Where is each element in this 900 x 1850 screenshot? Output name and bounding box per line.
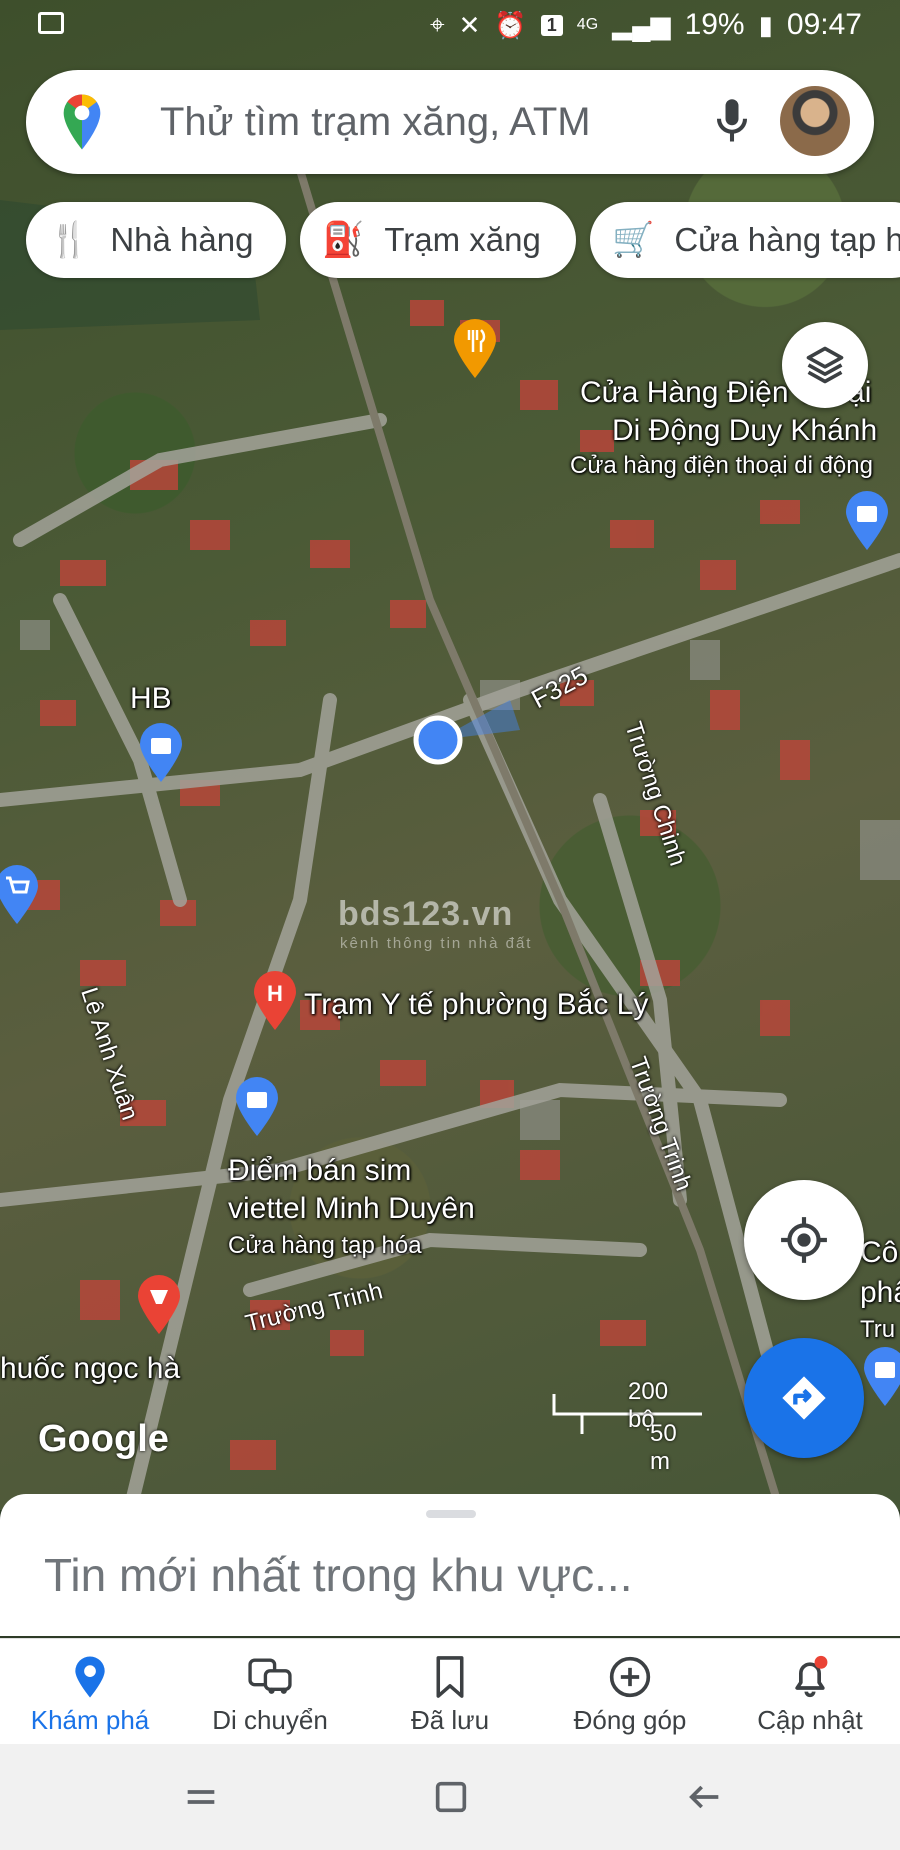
nav-saved[interactable]: Đã lưu <box>360 1639 540 1745</box>
hospital-marker-icon[interactable]: H <box>252 970 298 1032</box>
bottom-sheet[interactable]: Tin mới nhất trong khu vực... <box>0 1494 900 1636</box>
place-label-edge-3: Tru <box>860 1316 896 1343</box>
chip-label: Cửa hàng tạp h <box>674 221 900 258</box>
shopping-cart-icon: 🛒 <box>612 221 655 259</box>
gallery-notification-icon <box>38 12 64 34</box>
battery-percent: 19% <box>684 8 745 41</box>
restaurant-marker-icon[interactable] <box>452 318 498 380</box>
explore-pin-icon <box>75 1656 105 1698</box>
recents-icon <box>187 1790 215 1804</box>
chip-restaurants[interactable]: 🍴 Nhà hàng <box>26 202 286 278</box>
category-chips: 🍴 Nhà hàng ⛽ Trạm xăng 🛒 Cửa hàng tạp h <box>26 202 900 278</box>
scale-metric: 50 m <box>650 1420 677 1475</box>
svg-text:H: H <box>267 981 283 1006</box>
signal-icon: ▂▄▆ <box>612 9 671 40</box>
directions-icon <box>782 1376 826 1420</box>
alarm-icon: ⏰ <box>494 9 527 40</box>
network-type: 4G <box>576 16 599 33</box>
recent-apps-button[interactable] <box>176 1772 226 1822</box>
system-navigation-bar <box>0 1744 900 1850</box>
place-label-edge-2[interactable]: phẩ <box>860 1276 900 1310</box>
place-label-thuoc[interactable]: huốc ngọc hà <box>0 1352 180 1386</box>
place-label-edge-1[interactable]: Cô <box>860 1236 898 1270</box>
search-bar[interactable]: Thử tìm trạm xăng, ATM <box>26 70 874 174</box>
chip-label: Nhà hàng <box>110 221 254 258</box>
sheet-title: Tin mới nhất trong khu vực... <box>44 1549 633 1601</box>
edge-shop-marker-icon[interactable] <box>862 1346 900 1408</box>
mute-icon: ✕ <box>458 9 481 40</box>
chip-label: Trạm xăng <box>384 221 541 258</box>
my-location-marker <box>413 700 520 765</box>
back-button[interactable] <box>680 1772 730 1822</box>
place-type-duy-khanh: Cửa hàng điện thoại di động <box>570 452 873 479</box>
nav-label: Đã lưu <box>410 1705 490 1735</box>
nav-contribute[interactable]: Đóng góp <box>540 1639 720 1745</box>
place-label-hb[interactable]: HB <box>130 682 172 716</box>
bell-icon <box>795 1655 828 1698</box>
chip-gas-stations[interactable]: ⛽ Trạm xăng <box>300 202 576 278</box>
microphone-icon[interactable] <box>712 96 752 148</box>
clock: 09:47 <box>786 8 862 41</box>
layers-icon <box>806 346 844 384</box>
shopping-marker-icon[interactable] <box>844 490 890 552</box>
my-location-button[interactable] <box>744 1180 864 1300</box>
place-type-sim: Cửa hàng tạp hóa <box>228 1232 422 1259</box>
back-arrow-icon <box>689 1785 719 1809</box>
search-input[interactable]: Thử tìm trạm xăng, ATM <box>160 100 591 145</box>
watermark: bds123.vn <box>338 895 514 933</box>
nav-explore[interactable]: Khám phá <box>0 1639 180 1745</box>
pharmacy-marker-icon[interactable] <box>136 1274 182 1336</box>
home-button[interactable] <box>426 1772 476 1822</box>
status-bar: ⌖ ✕ ⏰ 1 4G ▂▄▆ 19% ▮ 09:47 <box>0 0 900 56</box>
bookmark-icon <box>436 1656 464 1698</box>
place-label-tram-y-te[interactable]: Trạm Y tế phường Bắc Lý <box>304 988 648 1022</box>
restaurant-icon: 🍴 <box>48 221 91 259</box>
cart-marker-icon[interactable] <box>0 864 40 926</box>
nav-label: Di chuyển <box>212 1705 328 1735</box>
crosshair-icon <box>781 1217 827 1263</box>
nav-updates[interactable]: Cập nhật <box>720 1639 900 1745</box>
commute-icon <box>248 1658 292 1694</box>
place-label-duy-khanh-2[interactable]: Di Động Duy Khánh <box>612 414 877 448</box>
battery-icon: ▮ <box>758 9 773 40</box>
status-icons: ⌖ ✕ ⏰ 1 4G ▂▄▆ 19% ▮ 09:47 <box>430 8 862 42</box>
sim-shop-marker-icon[interactable] <box>234 1076 280 1138</box>
chip-grocery[interactable]: 🛒 Cửa hàng tạp h <box>590 202 900 278</box>
place-label-sim-1[interactable]: Điểm bán sim <box>228 1154 411 1188</box>
place-label-sim-2[interactable]: viettel Minh Duyên <box>228 1192 475 1226</box>
bottom-navigation: Khám phá Di chuyển Đã lưu Đóng góp Cập n… <box>0 1638 900 1745</box>
google-maps-pin-icon <box>63 94 101 150</box>
nav-commute[interactable]: Di chuyển <box>180 1639 360 1745</box>
layers-button[interactable] <box>782 322 868 408</box>
home-icon <box>435 1781 467 1813</box>
nav-label: Cập nhật <box>757 1705 863 1735</box>
directions-button[interactable] <box>744 1338 864 1458</box>
gas-station-icon: ⛽ <box>322 221 365 259</box>
avatar[interactable] <box>780 86 850 156</box>
sim-badge: 1 <box>540 14 563 36</box>
google-logo: Google <box>38 1418 169 1460</box>
hb-shopping-marker-icon[interactable] <box>138 722 184 784</box>
nav-label: Khám phá <box>30 1705 150 1735</box>
nav-label: Đóng góp <box>573 1705 687 1735</box>
add-circle-icon <box>609 1656 651 1698</box>
location-status-icon: ⌖ <box>429 9 445 39</box>
sheet-drag-handle[interactable] <box>426 1510 476 1518</box>
watermark-subtitle: kênh thông tin nhà đất <box>340 935 533 952</box>
